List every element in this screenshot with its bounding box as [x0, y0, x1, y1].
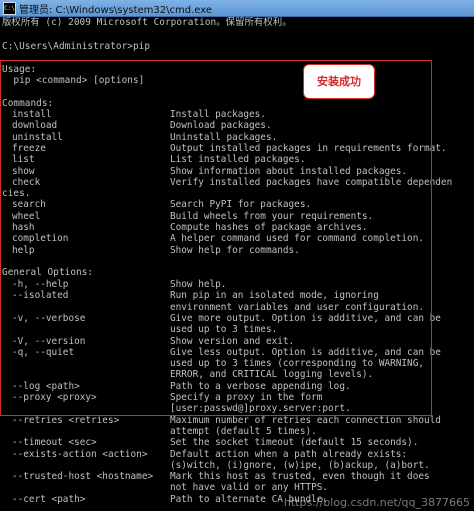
command-name: uninstall	[12, 131, 63, 143]
option-description: Show help.	[170, 279, 227, 290]
option-description: (s)witch, (i)gnore, (w)ipe, (b)ackup, (a…	[170, 459, 430, 471]
command-name: download	[12, 120, 58, 132]
option-description: Path to a verbose appending log.	[170, 380, 351, 392]
option-name: -q, --quiet	[12, 346, 75, 358]
command-description: A helper command used for command comple…	[170, 233, 424, 245]
command-prompt: C:\Users\Administrator>pip	[2, 41, 151, 52]
window-title: 管理员: C:\Windows\system32\cmd.exe	[19, 5, 213, 16]
option-description: Give more output. Option is additive, an…	[170, 312, 441, 324]
command-name: wheel	[12, 210, 41, 222]
option-description: Give less output. Option is additive, an…	[170, 346, 441, 358]
console-output[interactable]: 版权所有 (c) 2009 Microsoft Corporation。保留所有…	[0, 17, 474, 511]
option-description: ERROR, and CRITICAL logging levels).	[170, 369, 374, 381]
option-name: --proxy <proxy>	[12, 392, 97, 403]
wrapped-text: cies.	[2, 188, 31, 199]
copyright-line: 版权所有 (c) 2009 Microsoft Corporation。保留所有…	[2, 17, 292, 28]
usage-label: Usage:	[2, 64, 37, 75]
command-description: Build wheels from your requirements.	[170, 210, 374, 222]
command-name: help	[12, 244, 35, 256]
command-description: Verify installed packages have compatibl…	[170, 176, 453, 188]
commands-label: Commands:	[2, 98, 54, 109]
success-callout: 安装成功	[303, 64, 375, 99]
option-description: Maximum number of retries each connectio…	[170, 414, 441, 426]
option-description: used up to 3 times.	[170, 324, 278, 336]
option-description: Mark this host as trusted, even though i…	[170, 471, 430, 483]
option-name: --cert <path>	[12, 493, 86, 505]
option-description: Default action when a path already exist…	[170, 448, 408, 460]
option-name: --log <path>	[12, 380, 80, 392]
option-description: not have valid or any HTTPS.	[170, 482, 329, 494]
option-name: --timeout <sec>	[12, 437, 97, 449]
option-name: -v, --verbose	[12, 312, 86, 324]
window-titlebar[interactable]: C:\ 管理员: C:\Windows\system32\cmd.exe	[0, 0, 474, 17]
option-name: --isolated	[12, 290, 69, 302]
option-description: environment variables and user configura…	[170, 301, 424, 313]
option-description: Run pip in an isolated mode, ignoring	[170, 290, 379, 302]
option-description: used up to 3 times (corresponding to WAR…	[170, 358, 424, 370]
command-description: List installed packages.	[170, 154, 306, 166]
command-description: Compute hashes of package archives.	[170, 222, 368, 233]
command-name: completion	[12, 233, 69, 245]
command-name: hash	[12, 222, 35, 233]
command-name: install	[12, 109, 52, 120]
command-name: freeze	[12, 142, 46, 154]
options-label: General Options:	[2, 267, 94, 278]
command-description: Install packages.	[170, 109, 266, 120]
option-description: attempt (default 5 times).	[170, 425, 317, 437]
option-description: Set the socket timeout (default 15 secon…	[170, 437, 419, 449]
option-name: --trusted-host <hostname>	[12, 471, 154, 483]
watermark: https://blog.csdn.net/qq_3877665	[283, 496, 470, 509]
command-name: show	[12, 165, 35, 177]
option-name: -V, --version	[12, 335, 86, 347]
command-description: Output installed packages in requirement…	[170, 142, 447, 154]
option-description: [user:passwd@]proxy.server:port.	[170, 403, 351, 415]
usage-line: pip <command> [options]	[2, 75, 145, 86]
command-description: Download packages.	[170, 120, 272, 132]
command-name: list	[12, 154, 35, 166]
command-description: Show help for commands.	[170, 244, 300, 256]
console-icon: C:\	[3, 2, 16, 15]
command-description: Search PyPI for packages.	[170, 199, 312, 211]
option-name: -h, --help	[12, 279, 69, 290]
command-name: check	[12, 176, 41, 188]
option-name: --retries <retries>	[12, 414, 120, 426]
option-description: Show version and exit.	[170, 335, 295, 347]
command-name: search	[12, 199, 46, 211]
command-description: Show information about installed package…	[170, 165, 408, 177]
option-description: Specify a proxy in the form	[170, 392, 323, 403]
option-name: --exists-action <action>	[12, 448, 148, 460]
command-description: Uninstall packages.	[170, 131, 278, 143]
